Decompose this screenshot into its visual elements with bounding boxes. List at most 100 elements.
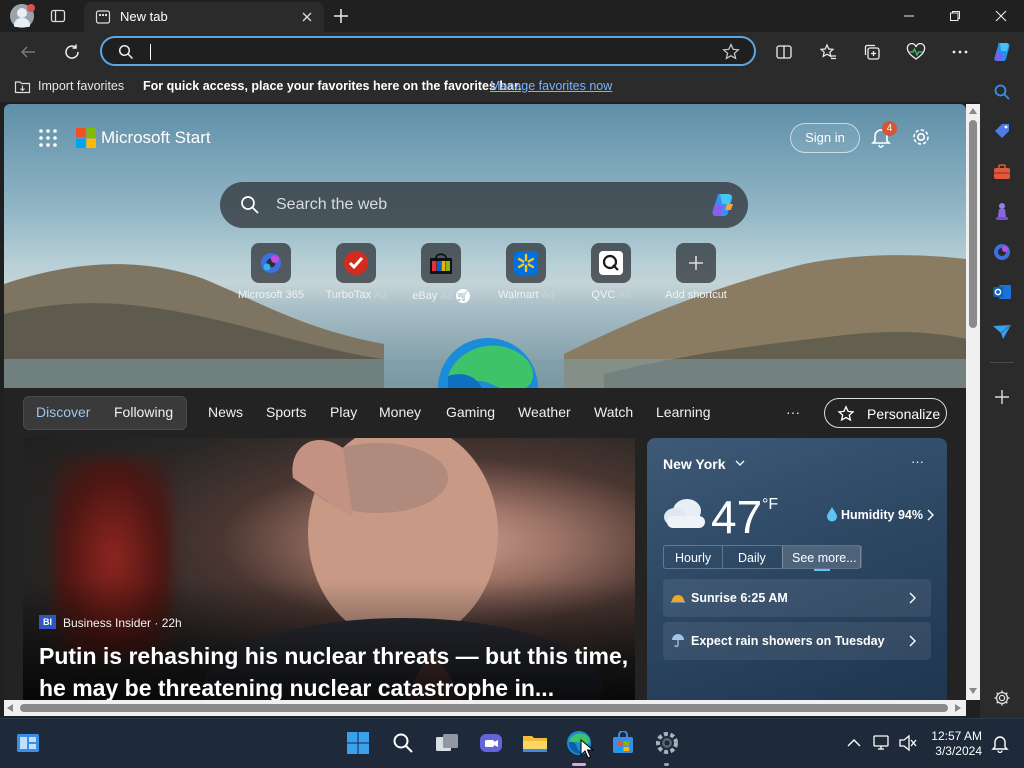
nav-play[interactable]: Play [330,404,357,420]
close-tab-icon[interactable] [300,10,314,24]
chevron-down-icon[interactable] [735,459,745,467]
sunrise-row[interactable]: Sunrise 6:25 AM [663,579,931,617]
back-button[interactable] [12,36,44,68]
tab-actions-icon[interactable] [50,8,66,24]
weather-more-button[interactable]: ··· [911,454,924,469]
tab-hourly[interactable]: Hourly [675,551,711,565]
profile-avatar[interactable] [10,4,35,28]
start-windows-icon[interactable] [344,729,372,757]
nav-gaming[interactable]: Gaming [446,404,495,420]
story-headline[interactable]: Putin is rehashing his nuclear threats —… [39,640,629,700]
favorites-icon[interactable] [812,36,844,68]
sunrise-icon [670,590,686,604]
nav-news[interactable]: News [208,404,243,420]
nav-discover[interactable]: Discover [36,404,90,420]
add-sidebar-app-icon[interactable] [990,385,1014,409]
personalize-button[interactable]: Personalize [824,398,947,428]
manage-favorites-link[interactable]: Manage favorites now [490,79,612,93]
sign-in-button[interactable]: Sign in [790,123,860,153]
shortcut-microsoft-365[interactable]: Microsoft 365 [228,243,314,301]
task-view-icon[interactable] [433,729,461,757]
tab-see-more[interactable]: See more... [792,551,857,565]
refresh-button[interactable] [56,36,88,68]
horizontal-scrollbar[interactable] [4,700,966,716]
sidebar-divider [990,362,1014,363]
scroll-right-arrow-icon[interactable] [955,704,961,712]
nav-watch[interactable]: Watch [594,404,633,420]
nav-sports[interactable]: Sports [266,404,306,420]
weather-card: New York ··· 47 °F Humidity 94% Hourly D… [647,438,947,700]
favorite-star-icon[interactable] [722,43,740,61]
outlook-icon[interactable] [990,280,1014,304]
weather-location[interactable]: New York [663,456,726,472]
microsoft-store-icon[interactable] [609,729,637,757]
browser-essentials-icon[interactable] [900,36,932,68]
nav-money[interactable]: Money [379,404,421,420]
running-app-indicator [664,763,669,766]
app-launcher-icon[interactable] [38,128,58,148]
nav-learning[interactable]: Learning [656,404,711,420]
cloud-icon [661,496,709,530]
nav-weather[interactable]: Weather [518,404,571,420]
copilot-icon[interactable] [986,36,1018,68]
vertical-scroll-thumb[interactable] [969,120,977,328]
page-settings-icon[interactable] [910,126,932,148]
forecast-alert-row[interactable]: Expect rain showers on Tuesday [663,622,931,660]
tab-new-tab[interactable]: New tab [84,2,324,32]
vertical-scrollbar[interactable] [966,104,980,700]
file-explorer-icon[interactable] [521,729,549,757]
rain-umbrella-icon [670,632,686,648]
chevron-right-icon[interactable] [927,509,934,521]
copilot-search-icon[interactable] [708,191,738,219]
shortcut-label: QVC [591,289,616,301]
import-favorites-icon[interactable] [14,79,31,94]
top-story-card[interactable]: BI Business Insider · 22h Putin is rehas… [23,438,635,700]
address-bar[interactable] [100,36,756,66]
shortcut-label: Walmart [498,289,539,301]
edge-logo-icon [438,338,538,396]
system-clock[interactable]: 12:57 AM 3/3/2024 [926,729,982,759]
show-hidden-icons-icon[interactable] [840,729,868,757]
tools-briefcase-icon[interactable] [990,160,1014,184]
clock-date: 3/3/2024 [935,744,982,758]
shortcut-ebay[interactable]: eBay Ad 🛒 [398,243,484,303]
scroll-up-arrow-icon[interactable] [969,108,977,114]
new-tab-button[interactable] [332,7,350,25]
microsoft-365-icon[interactable] [990,240,1014,264]
sidebar-settings-icon[interactable] [990,686,1014,710]
tab-daily[interactable]: Daily [738,551,766,565]
settings-and-more-icon[interactable] [944,36,976,68]
network-icon[interactable] [868,729,896,757]
settings-gear-icon[interactable] [653,729,681,757]
split-screen-icon[interactable] [768,36,800,68]
drop-send-icon[interactable] [990,320,1014,344]
volume-muted-icon[interactable] [894,729,922,757]
taskbar-search-icon[interactable] [389,729,417,757]
shopping-tag-icon[interactable] [990,120,1014,144]
scroll-down-arrow-icon[interactable] [969,688,977,694]
web-search-box[interactable]: Search the web [220,182,748,228]
shortcut-qvc[interactable]: QVC Ad [568,243,654,301]
scroll-left-arrow-icon[interactable] [7,704,13,712]
teams-chat-icon[interactable] [477,729,505,757]
notification-center-icon[interactable] [986,729,1014,757]
shortcut-turbotax[interactable]: TurboTax Ad [313,243,399,301]
shortcut-walmart[interactable]: Walmart Ad [483,243,569,301]
story-source[interactable]: Business Insider · 22h [63,616,182,630]
notifications-bell-icon[interactable]: 4 [870,121,897,148]
collections-icon[interactable] [856,36,888,68]
restore-button[interactable] [932,0,978,32]
nav-following[interactable]: Following [114,404,173,420]
minimize-button[interactable] [886,0,932,32]
add-shortcut-tile [676,243,716,283]
games-chess-icon[interactable] [990,200,1014,224]
sidebar-search-icon[interactable] [990,80,1014,104]
horizontal-scroll-thumb[interactable] [20,704,948,712]
import-favorites-link[interactable]: Import favorites [38,79,124,93]
microsoft-start-brand[interactable]: Microsoft Start [101,128,211,148]
close-window-button[interactable] [978,0,1024,32]
widgets-icon[interactable] [14,729,42,757]
nav-more-button[interactable]: ··· [786,404,800,420]
news-feed: BI Business Insider · 22h Putin is rehas… [4,438,966,700]
shortcut-add[interactable]: Add shortcut [653,243,739,301]
